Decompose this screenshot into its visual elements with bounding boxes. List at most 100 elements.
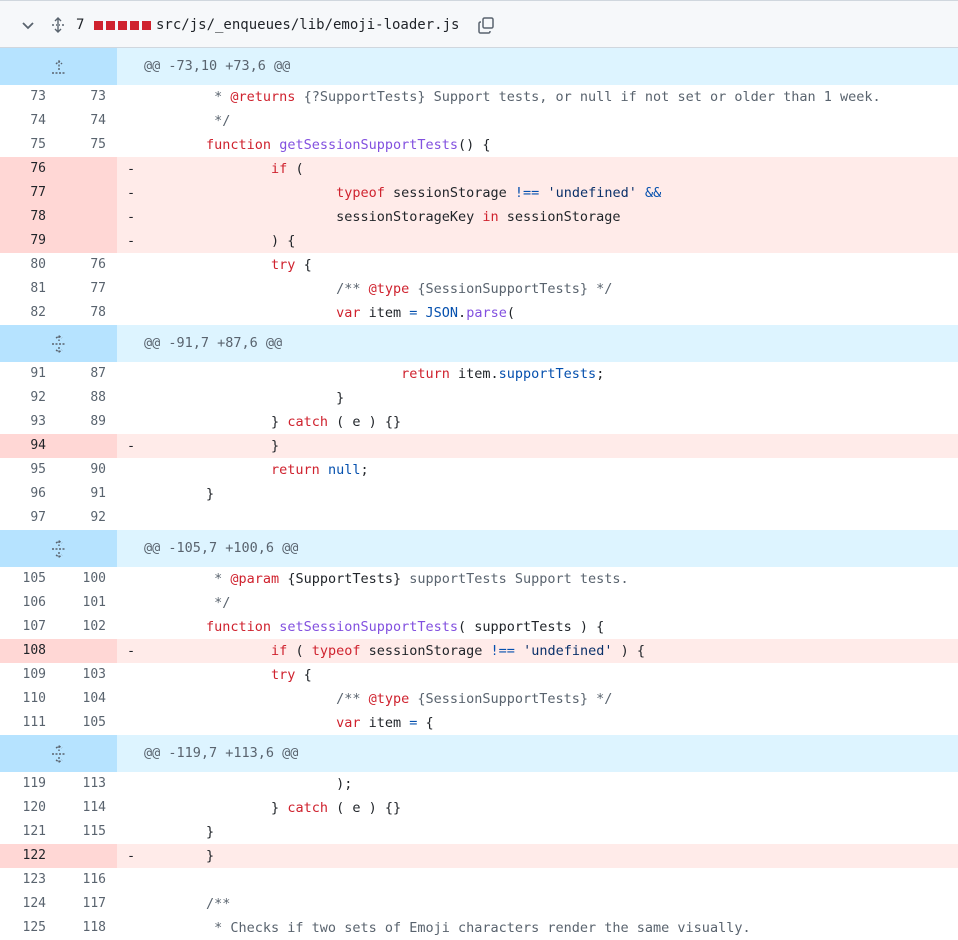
new-line-number[interactable]: 118 (58, 916, 106, 940)
code-line: - } (117, 844, 958, 868)
old-line-number[interactable]: 97 (0, 506, 46, 530)
diffstat-deleted-block (130, 20, 139, 30)
code-token: supportTests Support tests. (401, 571, 629, 587)
expand-up-icon[interactable] (0, 48, 117, 85)
new-line-number[interactable]: 101 (58, 591, 106, 615)
code-token: sessionStorage (384, 185, 515, 201)
context-marker (127, 109, 141, 133)
copy-icon[interactable] (475, 1, 497, 49)
code-line: - if ( (117, 157, 958, 181)
old-line-number[interactable]: 78 (0, 205, 46, 229)
old-line-number[interactable]: 77 (0, 181, 46, 205)
code-token: catch (287, 800, 328, 816)
new-line-number[interactable]: 92 (58, 506, 106, 530)
new-line-number[interactable]: 105 (58, 711, 106, 735)
code-line: - typeof sessionStorage !== 'undefined' … (117, 181, 958, 205)
code-token: { (295, 667, 312, 683)
context-line-row: 107 102 function setSessionSupportTests( … (0, 615, 958, 639)
old-line-number[interactable]: 122 (0, 844, 46, 868)
deleted-line-row: 122 - } (0, 844, 958, 868)
new-line-number[interactable]: 116 (58, 868, 106, 892)
new-line-number[interactable]: 113 (58, 772, 106, 796)
code-token: } (141, 438, 280, 454)
new-line-number[interactable]: 102 (58, 615, 106, 639)
code-token: /** (141, 896, 231, 912)
new-line-number[interactable]: 103 (58, 663, 106, 687)
code-token: * Checks if two sets of Emoji characters… (141, 920, 751, 936)
old-line-number[interactable]: 105 (0, 567, 46, 591)
code-line: var item = JSON.parse( (117, 301, 958, 325)
old-line-number[interactable]: 121 (0, 820, 46, 844)
file-path[interactable]: src/js/_enqueues/lib/emoji-loader.js (156, 1, 459, 49)
old-line-number[interactable]: 96 (0, 482, 46, 506)
new-line-number[interactable]: 90 (58, 458, 106, 482)
old-line-number[interactable]: 95 (0, 458, 46, 482)
line-number-gutter: 76 (0, 157, 117, 181)
code-token: ( (287, 643, 312, 659)
context-marker (127, 711, 141, 735)
old-line-number[interactable]: 106 (0, 591, 46, 615)
old-line-number[interactable]: 82 (0, 301, 46, 325)
line-number-gutter: 125 118 (0, 916, 117, 940)
new-line-number[interactable]: 87 (58, 362, 106, 386)
old-line-number[interactable]: 92 (0, 386, 46, 410)
hunk-header-text: @@ -73,10 +73,6 @@ (117, 48, 958, 85)
new-line-number[interactable]: 114 (58, 796, 106, 820)
line-number-gutter: 93 89 (0, 410, 117, 434)
old-line-number[interactable]: 94 (0, 434, 46, 458)
new-line-number[interactable]: 89 (58, 410, 106, 434)
code-line: try { (117, 253, 958, 277)
old-line-number[interactable]: 109 (0, 663, 46, 687)
new-line-number[interactable]: 77 (58, 277, 106, 301)
new-line-number[interactable]: 76 (58, 253, 106, 277)
new-line-number[interactable]: 104 (58, 687, 106, 711)
code-token: () { (458, 137, 491, 153)
new-line-number[interactable]: 88 (58, 386, 106, 410)
old-line-number[interactable]: 73 (0, 85, 46, 109)
context-marker (127, 916, 141, 940)
old-line-number[interactable]: 123 (0, 868, 46, 892)
expand-both-icon[interactable] (0, 530, 117, 567)
code-line: ); (117, 772, 958, 796)
old-line-number[interactable]: 107 (0, 615, 46, 639)
expand-both-icon[interactable] (0, 325, 117, 362)
code-token: getSessionSupportTests (279, 137, 459, 153)
old-line-number[interactable]: 93 (0, 410, 46, 434)
new-line-number[interactable]: 115 (58, 820, 106, 844)
old-line-number[interactable]: 108 (0, 639, 46, 663)
context-marker (127, 663, 141, 687)
old-line-number[interactable]: 125 (0, 916, 46, 940)
new-line-number[interactable]: 117 (58, 892, 106, 916)
context-marker (127, 253, 141, 277)
expand-both-icon[interactable] (0, 735, 117, 772)
old-line-number[interactable]: 91 (0, 362, 46, 386)
line-number-gutter: 74 74 (0, 109, 117, 133)
old-line-number[interactable]: 81 (0, 277, 46, 301)
code-token: catch (287, 414, 328, 430)
expand-all-icon[interactable] (48, 1, 68, 49)
new-line-number[interactable]: 74 (58, 109, 106, 133)
new-line-number[interactable]: 100 (58, 567, 106, 591)
code-token: } (141, 824, 215, 840)
code-token: if (271, 643, 288, 659)
old-line-number[interactable]: 75 (0, 133, 46, 157)
new-line-number[interactable]: 75 (58, 133, 106, 157)
old-line-number[interactable]: 80 (0, 253, 46, 277)
hunk-header-text: @@ -119,7 +113,6 @@ (117, 735, 958, 772)
old-line-number[interactable]: 110 (0, 687, 46, 711)
new-line-number[interactable]: 73 (58, 85, 106, 109)
old-line-number[interactable]: 79 (0, 229, 46, 253)
context-line-row: 109 103 try { (0, 663, 958, 687)
old-line-number[interactable]: 111 (0, 711, 46, 735)
old-line-number[interactable]: 120 (0, 796, 46, 820)
old-line-number[interactable]: 74 (0, 109, 46, 133)
old-line-number[interactable]: 76 (0, 157, 46, 181)
chevron-down-icon[interactable] (18, 1, 38, 49)
new-line-number[interactable]: 91 (58, 482, 106, 506)
old-line-number[interactable]: 124 (0, 892, 46, 916)
new-line-number[interactable]: 78 (58, 301, 106, 325)
old-line-number[interactable]: 119 (0, 772, 46, 796)
code-token: sessionStorageKey (141, 209, 483, 225)
